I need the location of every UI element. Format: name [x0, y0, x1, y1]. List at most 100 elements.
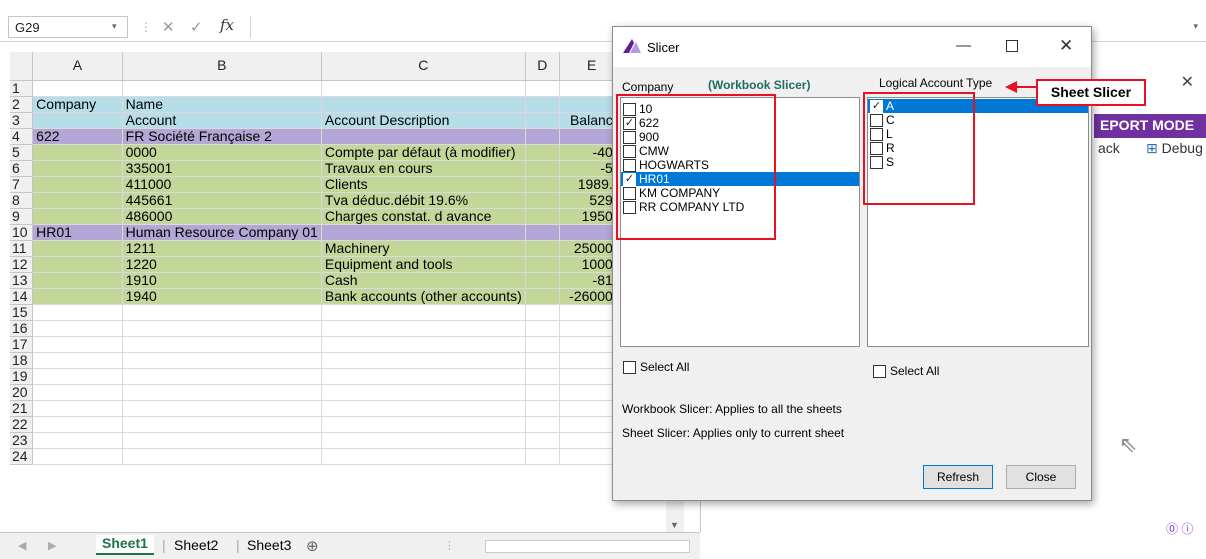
cell-a[interactable]	[32, 112, 123, 129]
cell-d[interactable]	[525, 288, 560, 305]
cell-c[interactable]: Compte par défaut (à modifier)	[321, 144, 526, 161]
cell-d[interactable]	[525, 448, 560, 465]
cell-c[interactable]: Machinery	[321, 240, 526, 257]
cell-d[interactable]	[525, 208, 560, 225]
cell-b[interactable]: 1220	[122, 256, 322, 273]
cell-d[interactable]	[525, 224, 560, 241]
cell-c[interactable]: Cash	[321, 272, 526, 289]
column-header[interactable]: A	[32, 52, 123, 81]
column-header[interactable]: B	[122, 52, 322, 81]
row-header[interactable]: 4	[10, 128, 34, 145]
cell-b[interactable]: Human Resource Company 01	[122, 224, 322, 241]
select-all-corner[interactable]	[10, 52, 34, 81]
row-header[interactable]: 21	[10, 400, 34, 417]
cell-b[interactable]	[122, 304, 322, 321]
row-header[interactable]: 19	[10, 368, 34, 385]
row-header[interactable]: 10	[10, 224, 34, 241]
close-button[interactable]: Close	[1006, 465, 1076, 489]
cell-a[interactable]	[32, 352, 123, 369]
cell-b[interactable]	[122, 432, 322, 449]
spreadsheet-grid[interactable]: A B C D E F 12CompanyName3AccountAccount…	[10, 52, 692, 528]
cell-b[interactable]	[122, 416, 322, 433]
cell-b[interactable]	[122, 336, 322, 353]
cell-b[interactable]: 486000	[122, 208, 322, 225]
cell-d[interactable]	[525, 96, 560, 113]
row-header[interactable]: 9	[10, 208, 34, 225]
row-header[interactable]: 7	[10, 176, 34, 193]
cell-b[interactable]	[122, 384, 322, 401]
cell-d[interactable]	[525, 304, 560, 321]
cancel-icon[interactable]: ✕	[162, 18, 175, 36]
cell-a[interactable]: 622	[32, 128, 123, 145]
cell-a[interactable]	[32, 304, 123, 321]
debug-link[interactable]: ⊞ Debug	[1146, 140, 1203, 157]
row-header[interactable]: 13	[10, 272, 34, 289]
cell-d[interactable]	[525, 352, 560, 369]
row-header[interactable]: 16	[10, 320, 34, 337]
minimize-icon[interactable]: —	[956, 37, 971, 54]
next-sheet-icon[interactable]: ▶	[48, 539, 56, 552]
row-header[interactable]: 22	[10, 416, 34, 433]
row-header[interactable]: 17	[10, 336, 34, 353]
cell-b[interactable]	[122, 352, 322, 369]
cell-c[interactable]	[321, 80, 526, 97]
cell-c[interactable]	[321, 304, 526, 321]
cell-d[interactable]	[525, 112, 560, 129]
cell-b[interactable]: 1910	[122, 272, 322, 289]
cell-c[interactable]	[321, 368, 526, 385]
column-header[interactable]: D	[525, 52, 560, 81]
cell-c[interactable]: Account Description	[321, 112, 526, 129]
cell-d[interactable]	[525, 144, 560, 161]
row-header[interactable]: 15	[10, 304, 34, 321]
cell-d[interactable]	[525, 272, 560, 289]
cell-a[interactable]	[32, 336, 123, 353]
account-type-select-all[interactable]: Select All	[873, 364, 939, 379]
cell-d[interactable]	[525, 400, 560, 417]
cell-b[interactable]	[122, 368, 322, 385]
cell-b[interactable]: 335001	[122, 160, 322, 177]
cell-b[interactable]: 411000	[122, 176, 322, 193]
cell-b[interactable]: 445661	[122, 192, 322, 209]
name-box[interactable]: G29	[8, 16, 128, 38]
cell-c[interactable]	[321, 448, 526, 465]
row-header[interactable]: 20	[10, 384, 34, 401]
cell-a[interactable]: Company	[32, 96, 123, 113]
cell-d[interactable]	[525, 192, 560, 209]
close-icon[interactable]: ✕	[1059, 36, 1073, 56]
help-icons[interactable]: ⓪ ⓘ	[1166, 520, 1193, 537]
cell-d[interactable]	[525, 432, 560, 449]
row-header[interactable]: 24	[10, 448, 34, 465]
cell-a[interactable]	[32, 144, 123, 161]
cell-a[interactable]	[32, 320, 123, 337]
cell-a[interactable]	[32, 160, 123, 177]
checkbox[interactable]	[623, 361, 636, 375]
insert-function-icon[interactable]: fx	[220, 16, 234, 34]
column-header[interactable]: C	[321, 52, 526, 81]
cell-a[interactable]: HR01	[32, 224, 123, 241]
cell-b[interactable]: 1940	[122, 288, 322, 305]
row-header[interactable]: 8	[10, 192, 34, 209]
cell-b[interactable]: FR Société Française 2	[122, 128, 322, 145]
cell-c[interactable]	[321, 96, 526, 113]
cell-c[interactable]	[321, 320, 526, 337]
cell-c[interactable]: Charges constat. d avance	[321, 208, 526, 225]
cell-a[interactable]	[32, 192, 123, 209]
cell-b[interactable]	[122, 80, 322, 97]
cell-a[interactable]	[32, 176, 123, 193]
cell-a[interactable]	[32, 272, 123, 289]
cell-c[interactable]: Tva déduc.débit 19.6%	[321, 192, 526, 209]
cell-c[interactable]: Clients	[321, 176, 526, 193]
cell-c[interactable]: Equipment and tools	[321, 256, 526, 273]
cell-a[interactable]	[32, 368, 123, 385]
cell-c[interactable]	[321, 128, 526, 145]
cell-a[interactable]	[32, 288, 123, 305]
cell-a[interactable]	[32, 384, 123, 401]
cell-b[interactable]	[122, 448, 322, 465]
cell-d[interactable]	[525, 368, 560, 385]
cell-a[interactable]	[32, 400, 123, 417]
expand-formula-bar-icon[interactable]: ▾	[1193, 21, 1198, 32]
row-header[interactable]: 18	[10, 352, 34, 369]
scroll-down-icon[interactable]: ▼	[670, 520, 679, 530]
cell-a[interactable]	[32, 240, 123, 257]
cell-d[interactable]	[525, 320, 560, 337]
